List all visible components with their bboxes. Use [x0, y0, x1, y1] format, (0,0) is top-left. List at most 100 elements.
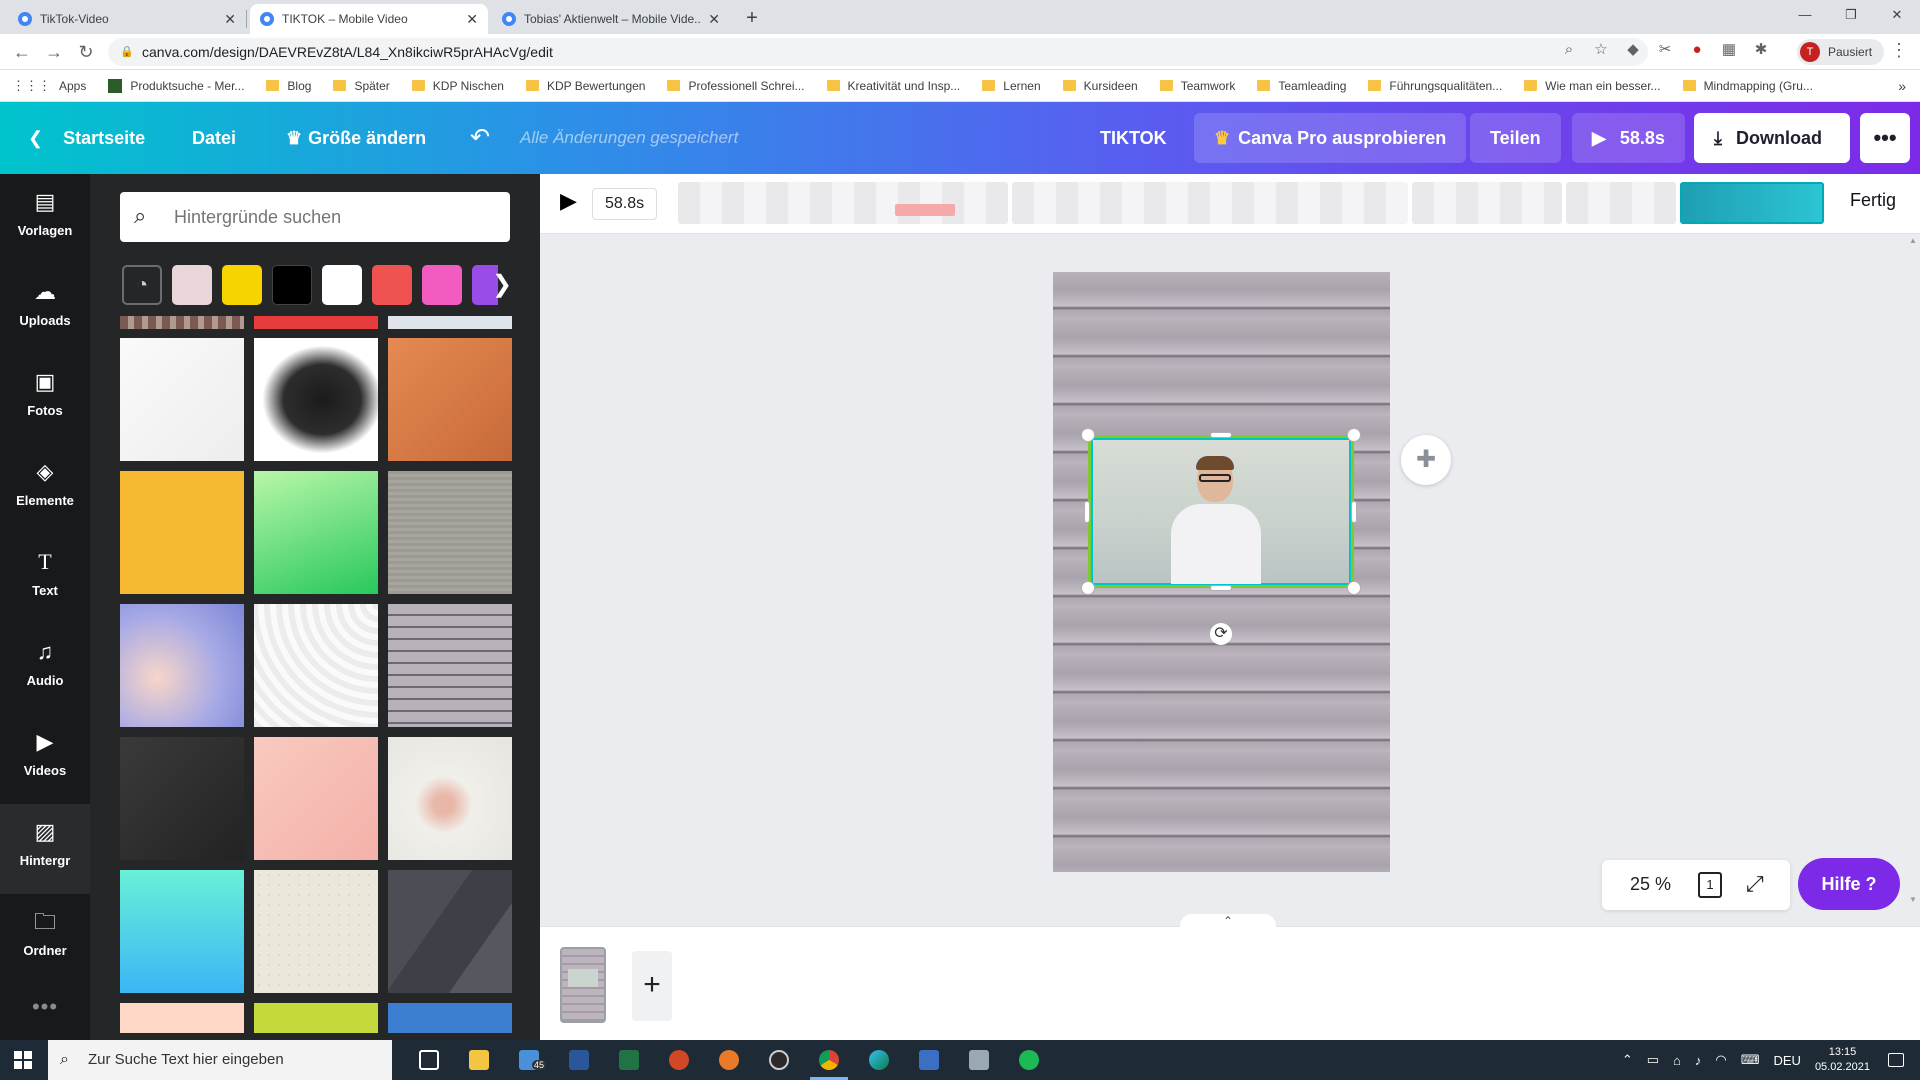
bookmark-item[interactable]: Produktsuche - Mer... — [108, 78, 244, 93]
rail-item-folders[interactable]: 🗀 Ordner — [0, 894, 90, 984]
extension-tools-icon[interactable]: ✂ — [1656, 40, 1674, 58]
mail-icon[interactable]: 45 — [504, 1040, 554, 1080]
file-explorer-icon[interactable] — [454, 1040, 504, 1080]
resize-handle-right[interactable] — [1351, 501, 1357, 523]
zoom-icon[interactable]: ⌕ — [1560, 41, 1578, 58]
notification-icon[interactable] — [1888, 1053, 1904, 1067]
bookmark-apps[interactable]: ⋮⋮⋮ Apps — [12, 78, 86, 94]
bookmark-folder[interactable]: Teamwork — [1159, 79, 1235, 93]
background-thumbnail[interactable] — [388, 316, 512, 329]
battery-icon[interactable]: ▭ — [1647, 1052, 1659, 1068]
background-thumbnail[interactable] — [120, 870, 244, 993]
background-thumbnail[interactable] — [388, 870, 512, 993]
rail-item-photos[interactable]: ▣ Fotos — [0, 354, 90, 444]
color-swatch[interactable] — [322, 265, 362, 305]
minimize-icon[interactable]: — — [1782, 0, 1828, 30]
resize-button[interactable]: ♛ Größe ändern — [286, 102, 426, 174]
bookmark-folder[interactable]: Später — [333, 79, 390, 93]
task-view-icon[interactable] — [404, 1040, 454, 1080]
done-button[interactable]: Fertig — [1850, 190, 1896, 211]
background-thumbnail[interactable] — [254, 316, 378, 329]
background-thumbnail[interactable] — [120, 338, 244, 461]
color-swatch[interactable] — [422, 265, 462, 305]
background-thumbnail[interactable] — [254, 604, 378, 727]
bookmark-star-icon[interactable]: ☆ — [1592, 40, 1610, 58]
more-apps-icon[interactable]: ••• — [0, 994, 90, 1020]
clock[interactable]: 13:15 05.02.2021 — [1815, 1045, 1870, 1075]
rail-item-videos[interactable]: ▶ Videos — [0, 714, 90, 804]
background-thumbnail[interactable] — [388, 1003, 512, 1033]
bookmark-folder[interactable]: Lernen — [982, 79, 1041, 93]
background-thumbnail[interactable] — [254, 737, 378, 860]
file-menu-button[interactable]: Datei — [192, 102, 236, 174]
bookmark-folder[interactable]: KDP Nischen — [411, 79, 504, 93]
background-thumbnail[interactable] — [254, 1003, 378, 1033]
app-icon[interactable] — [954, 1040, 1004, 1080]
browser-menu-icon[interactable]: ⋮ — [1890, 40, 1908, 61]
color-swatch[interactable] — [172, 265, 212, 305]
adblock-icon[interactable]: ● — [1688, 41, 1706, 58]
profile-button[interactable]: T Pausiert — [1797, 39, 1885, 65]
search-input[interactable] — [174, 204, 494, 230]
vertical-scrollbar[interactable] — [1906, 234, 1920, 906]
timeline-clip-selected[interactable] — [1680, 182, 1824, 224]
spotify-icon[interactable] — [1004, 1040, 1054, 1080]
resize-handle-top[interactable] — [1210, 432, 1232, 438]
rail-item-templates[interactable]: ▤ Vorlagen — [0, 174, 90, 264]
forward-icon[interactable]: → — [42, 40, 66, 64]
extension-iq-icon[interactable]: ◆ — [1624, 40, 1642, 58]
background-thumbnail[interactable] — [120, 604, 244, 727]
close-window-icon[interactable]: ✕ — [1874, 0, 1920, 30]
add-comment-icon[interactable]: ✚ — [1401, 435, 1451, 485]
help-button[interactable]: Hilfe ? — [1798, 858, 1900, 910]
resize-handle-bottom[interactable] — [1210, 585, 1232, 591]
rail-item-audio[interactable]: ♫ Audio — [0, 624, 90, 714]
chevron-up-icon[interactable]: ⌃ — [1622, 1052, 1633, 1068]
fullscreen-icon[interactable]: ⤢ — [1746, 871, 1764, 897]
browser-tab-active[interactable]: TIKTOK – Mobile Video ✕ — [250, 4, 488, 34]
play-button[interactable]: ▶ 58.8s — [1572, 113, 1685, 163]
bookmark-folder[interactable]: KDP Bewertungen — [525, 79, 645, 93]
background-thumbnail[interactable] — [388, 604, 512, 727]
color-swatch[interactable] — [272, 265, 312, 305]
edge-icon[interactable] — [854, 1040, 904, 1080]
resize-handle-bottom-left[interactable] — [1081, 581, 1095, 595]
close-tab-icon[interactable]: ✕ — [224, 11, 236, 28]
network-icon[interactable]: ⌂ — [1673, 1053, 1681, 1068]
background-thumbnail[interactable] — [120, 471, 244, 594]
bookmark-folder[interactable]: Kreativität und Insp... — [826, 79, 960, 93]
timeline-clip[interactable] — [678, 182, 1008, 224]
reload-icon[interactable]: ↻ — [74, 40, 98, 64]
play-icon[interactable]: ▶ — [560, 188, 586, 218]
background-thumbnail[interactable] — [388, 471, 512, 594]
taskbar-search[interactable]: ⌕ Zur Suche Text hier eingeben — [48, 1040, 392, 1080]
browser-tab-aktienwelt[interactable]: Tobias' Aktienwelt – Mobile Vide... ✕ — [492, 4, 730, 34]
design-title[interactable]: TIKTOK — [1100, 102, 1167, 174]
excel-icon[interactable] — [604, 1040, 654, 1080]
page-thumbnail[interactable] — [560, 947, 606, 1023]
resize-handle-top-right[interactable] — [1347, 428, 1361, 442]
background-thumbnail[interactable] — [120, 1003, 244, 1033]
color-swatch[interactable] — [372, 265, 412, 305]
background-thumbnail[interactable] — [254, 870, 378, 993]
bookmark-folder[interactable]: Führungsqualitäten... — [1368, 79, 1502, 93]
bookmark-folder[interactable]: Wie man ein besser... — [1524, 79, 1661, 93]
background-thumbnail[interactable] — [388, 737, 512, 860]
chrome-icon[interactable] — [804, 1040, 854, 1080]
timeline-clip[interactable] — [1566, 182, 1676, 224]
language-indicator[interactable]: DEU — [1773, 1053, 1800, 1068]
windows-start-icon[interactable] — [14, 1051, 32, 1069]
background-thumbnail[interactable] — [254, 471, 378, 594]
color-swatch[interactable] — [222, 265, 262, 305]
chevron-up-icon[interactable]: ⌃ — [1180, 914, 1276, 928]
download-button[interactable]: ⤓ Download — [1694, 113, 1850, 163]
rail-item-uploads[interactable]: ☁ Uploads — [0, 264, 90, 354]
back-icon[interactable]: ← — [10, 40, 34, 64]
rotate-icon[interactable]: ⟳ — [1210, 623, 1232, 645]
background-thumbnail[interactable] — [120, 316, 244, 329]
powerpoint-icon[interactable] — [654, 1040, 704, 1080]
background-search[interactable]: ⌕ — [120, 192, 510, 242]
bookmark-folder[interactable]: Blog — [266, 79, 311, 93]
puzzle-icon[interactable]: ✱ — [1752, 40, 1770, 58]
restore-icon[interactable]: ❐ — [1828, 0, 1874, 30]
